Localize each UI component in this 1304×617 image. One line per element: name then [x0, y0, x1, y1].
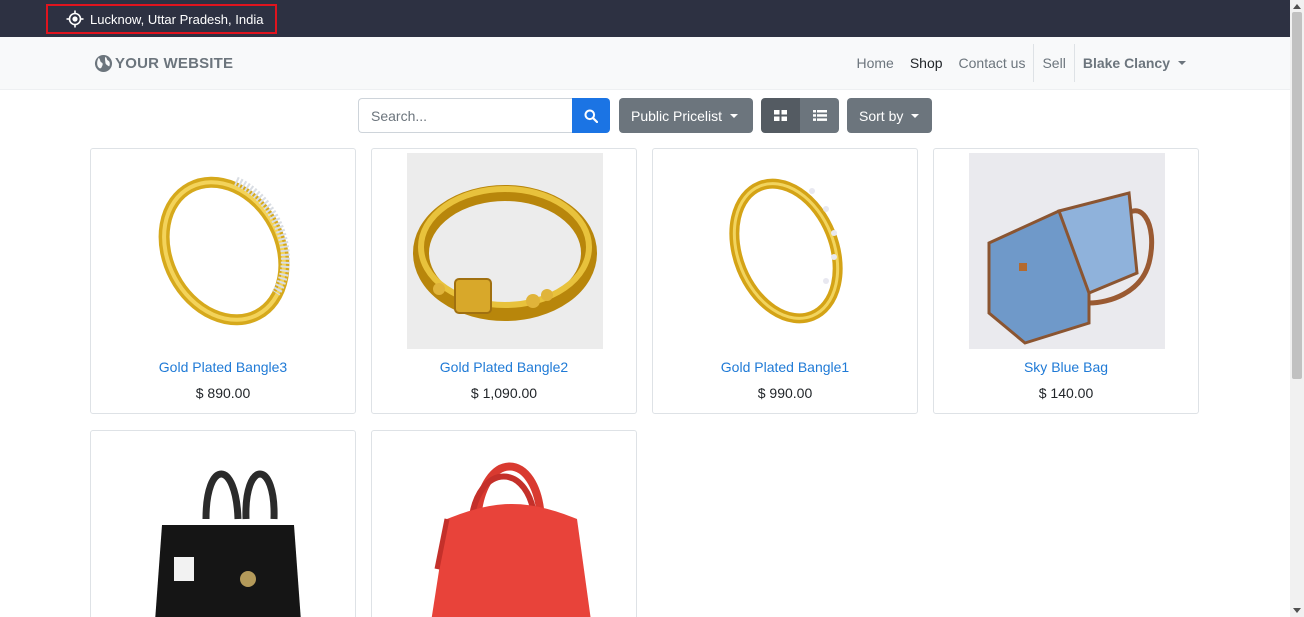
scrollbar-thumb[interactable] — [1292, 12, 1302, 379]
product-price: $ 890.00 — [195, 385, 251, 401]
location-text: Lucknow, Uttar Pradesh, India — [90, 11, 264, 27]
pricelist-label: Public Pricelist — [631, 107, 723, 124]
brand-name: YOUR WEBSITE — [115, 55, 234, 72]
list-icon — [812, 110, 827, 121]
product-card[interactable] — [90, 430, 356, 617]
product-image-black-handbag[interactable] — [126, 439, 322, 617]
product-name[interactable]: Gold Plated Bangle3 — [91, 359, 355, 375]
product-card[interactable]: Sky Blue Bag $ 140.00 — [933, 148, 1199, 414]
product-image-gold-bangle[interactable] — [688, 153, 884, 349]
location-selector[interactable]: Lucknow, Uttar Pradesh, India — [46, 4, 277, 34]
search-icon — [584, 109, 598, 123]
sort-by-dropdown[interactable]: Sort by — [847, 98, 932, 133]
grid-view-button[interactable] — [761, 98, 800, 133]
product-image-gold-bangle[interactable] — [126, 153, 322, 349]
product-card[interactable]: Gold Plated Bangle2 $ 1,090.00 — [371, 148, 637, 414]
top-bar: Lucknow, Uttar Pradesh, India — [0, 0, 1290, 37]
list-view-button[interactable] — [800, 98, 839, 133]
product-name[interactable]: Gold Plated Bangle1 — [653, 359, 917, 375]
nav-home[interactable]: Home — [848, 55, 901, 71]
product-card[interactable]: Gold Plated Bangle3 $ 890.00 — [90, 148, 356, 414]
product-price: $ 140.00 — [1038, 385, 1094, 401]
scroll-up-icon[interactable] — [1293, 4, 1301, 9]
sort-by-label: Sort by — [859, 107, 904, 124]
product-image-blue-bag[interactable] — [969, 153, 1165, 349]
chevron-down-icon — [911, 113, 920, 118]
chevron-down-icon — [730, 113, 739, 118]
shop-toolbar: Public Pricelist Sort by — [358, 98, 932, 133]
search-button[interactable] — [572, 98, 610, 133]
user-name: Blake Clancy — [1082, 55, 1170, 71]
product-image-gold-bangle[interactable] — [407, 153, 603, 349]
product-name[interactable]: Sky Blue Bag — [934, 359, 1198, 375]
page-scrollbar[interactable] — [1290, 0, 1304, 617]
product-name[interactable]: Gold Plated Bangle2 — [372, 359, 636, 375]
product-card[interactable] — [371, 430, 637, 617]
globe-icon — [94, 54, 113, 73]
product-card[interactable]: Gold Plated Bangle1 $ 990.00 — [652, 148, 918, 414]
product-price: $ 1,090.00 — [470, 385, 538, 401]
nav-sell[interactable]: Sell — [1034, 55, 1073, 71]
product-image-red-handbag[interactable] — [407, 439, 603, 617]
product-price: $ 990.00 — [757, 385, 813, 401]
chevron-down-icon — [1178, 61, 1186, 65]
location-target-icon — [66, 10, 84, 28]
search-input[interactable] — [358, 98, 572, 133]
user-menu-dropdown[interactable]: Blake Clancy — [1075, 55, 1192, 71]
brand-logo[interactable]: YOUR WEBSITE — [94, 54, 233, 73]
grid-icon — [774, 110, 787, 121]
nav-contact-us[interactable]: Contact us — [951, 55, 1034, 71]
nav-shop[interactable]: Shop — [902, 55, 951, 71]
pricelist-dropdown[interactable]: Public Pricelist — [619, 98, 753, 133]
search-group — [358, 98, 610, 133]
scroll-down-icon[interactable] — [1293, 608, 1301, 613]
view-mode-toggle — [761, 98, 839, 133]
main-navbar: YOUR WEBSITE Home Shop Contact us Sell B… — [0, 37, 1290, 90]
nav-menu: Home Shop Contact us Sell Blake Clancy — [848, 37, 1192, 89]
